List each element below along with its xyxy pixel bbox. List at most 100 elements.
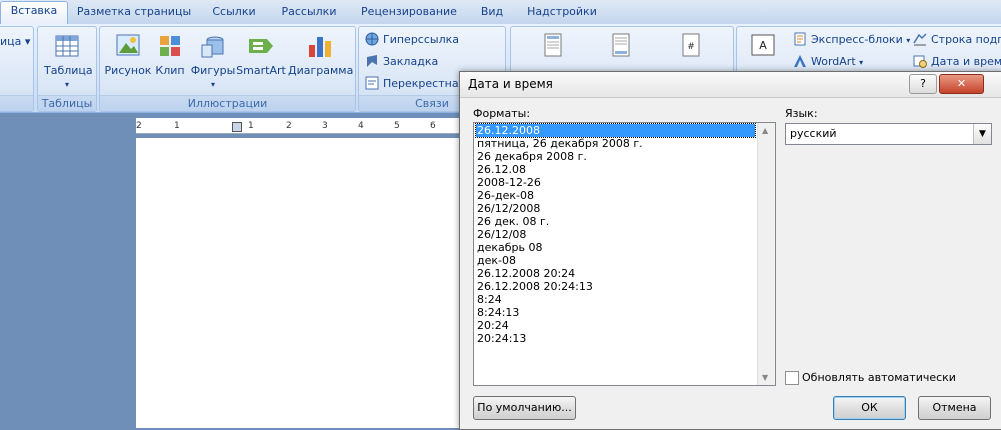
- list-item[interactable]: 26.12.08: [476, 163, 527, 176]
- tab-view[interactable]: Вид: [474, 3, 510, 24]
- horizontal-ruler[interactable]: 2 1 1 2 3 4 5 6: [136, 118, 466, 134]
- ribbon-tab-strip: Вставка Разметка страницы Ссылки Рассылк…: [0, 0, 1001, 25]
- footer-button[interactable]: [601, 31, 641, 61]
- footer-icon: [612, 33, 630, 57]
- auto-update-checkbox[interactable]: [785, 371, 799, 385]
- textbox-icon: A: [751, 34, 775, 56]
- partial-button[interactable]: ица ▾: [0, 33, 30, 51]
- ruler-tick: 5: [394, 121, 400, 131]
- tab-review[interactable]: Рецензирование: [354, 3, 464, 24]
- signature-icon: [913, 33, 927, 46]
- table-button[interactable]: Таблица ▾: [44, 31, 93, 90]
- calendar-clock-icon: [913, 55, 927, 68]
- crossref-icon: [365, 76, 379, 90]
- clipart-button[interactable]: Клип: [154, 31, 186, 77]
- set-default-button[interactable]: По умолчанию...: [473, 396, 576, 420]
- list-item[interactable]: 26 декабря 2008 г.: [476, 150, 588, 163]
- bookmark-icon: [367, 55, 377, 67]
- date-time-button[interactable]: Дата и время: [913, 53, 1001, 71]
- hyperlink-button[interactable]: Гиперссылка: [365, 31, 459, 49]
- language-select[interactable]: русский ▼: [785, 123, 992, 145]
- formats-label: Форматы:: [473, 107, 531, 120]
- smartart-button[interactable]: SmartArt: [236, 31, 286, 77]
- shapes-icon: [201, 36, 224, 58]
- group-partial-left: ица ▾: [0, 26, 34, 112]
- crossref-button[interactable]: Перекрестная: [365, 75, 465, 93]
- help-button[interactable]: ?: [909, 74, 937, 94]
- auto-update-label: Обновлять автоматически: [802, 371, 956, 384]
- ok-button[interactable]: ОК: [833, 396, 906, 420]
- ruler-tick: 2: [136, 121, 142, 131]
- ruler-tick: 2: [286, 121, 292, 131]
- ruler-tick: 4: [358, 121, 364, 131]
- shapes-button[interactable]: Фигуры ▾: [190, 31, 236, 90]
- list-item[interactable]: 26/12/2008: [476, 202, 541, 215]
- language-value: русский: [790, 127, 837, 140]
- wordart-button[interactable]: WordArt ▾: [793, 53, 863, 71]
- ruler-tick: 1: [248, 121, 254, 131]
- chart-icon: [309, 37, 331, 57]
- list-item[interactable]: 26.12.2008: [475, 123, 756, 138]
- list-item[interactable]: 8:24: [476, 293, 503, 306]
- list-item[interactable]: 26.12.2008 20:24: [476, 267, 576, 280]
- list-item[interactable]: 26.12.2008 20:24:13: [476, 280, 594, 293]
- dialog-titlebar[interactable]: Дата и время ? ✕: [460, 72, 1001, 98]
- cancel-button[interactable]: Отмена: [918, 396, 991, 420]
- bookmark-button[interactable]: Закладка: [365, 53, 438, 71]
- document-page[interactable]: [136, 138, 466, 428]
- tab-addins[interactable]: Надстройки: [520, 3, 604, 24]
- listbox-scrollbar[interactable]: ▲ ▼: [757, 123, 775, 385]
- header-icon: [544, 33, 562, 57]
- list-item[interactable]: 8:24:13: [476, 306, 520, 319]
- chevron-down-icon[interactable]: ▼: [973, 124, 991, 144]
- quick-parts-button[interactable]: Экспресс-блоки ▾: [793, 31, 910, 49]
- tab-insert[interactable]: Вставка: [0, 1, 68, 25]
- group-label-tables: Таблицы: [38, 95, 96, 111]
- chevron-down-icon: ▾: [859, 58, 864, 67]
- smartart-icon: [249, 39, 273, 53]
- list-item[interactable]: 26-дек-08: [476, 189, 535, 202]
- chevron-down-icon: ▾: [906, 36, 911, 45]
- tab-references[interactable]: Ссылки: [204, 3, 264, 24]
- scroll-down-icon[interactable]: ▼: [762, 373, 768, 382]
- picture-button[interactable]: Рисунок: [104, 31, 152, 77]
- chart-button[interactable]: Диаграмма: [288, 31, 353, 77]
- quick-parts-icon: [794, 32, 806, 46]
- textbox-button[interactable]: A: [743, 31, 783, 61]
- page-number-button[interactable]: #: [671, 31, 711, 61]
- svg-text:A: A: [759, 39, 767, 52]
- page-number-icon: #: [682, 33, 700, 57]
- list-item[interactable]: 20:24:13: [476, 332, 527, 345]
- indent-marker-icon[interactable]: [232, 122, 242, 132]
- svg-text:#: #: [687, 42, 695, 52]
- list-item[interactable]: 20:24: [476, 319, 510, 332]
- ruler-tick: 1: [174, 121, 180, 131]
- close-button[interactable]: ✕: [939, 74, 984, 94]
- tab-mailings[interactable]: Рассылки: [274, 3, 344, 24]
- chevron-down-icon: ▾: [64, 80, 69, 89]
- list-item[interactable]: 26/12/08: [476, 228, 527, 241]
- ruler-tick: 3: [322, 121, 328, 131]
- list-item[interactable]: 2008-12-26: [476, 176, 542, 189]
- group-illustrations: Рисунок Клип Фигуры ▾ SmartArt Диаграмма…: [99, 26, 356, 112]
- table-icon: [55, 35, 79, 57]
- chevron-down-icon: ▾: [24, 35, 31, 48]
- header-button[interactable]: [533, 31, 573, 61]
- group-label-illustrations: Иллюстрации: [100, 95, 355, 111]
- signature-line-button[interactable]: Строка подпи: [913, 31, 1001, 49]
- tab-page-layout[interactable]: Разметка страницы: [74, 3, 194, 24]
- dialog-title: Дата и время: [468, 77, 553, 91]
- scroll-up-icon[interactable]: ▲: [762, 126, 768, 135]
- wordart-icon: [794, 55, 806, 67]
- globe-link-icon: [365, 32, 379, 46]
- list-item[interactable]: пятница, 26 декабря 2008 г.: [476, 137, 644, 150]
- list-item[interactable]: 26 дек. 08 г.: [476, 215, 550, 228]
- list-item[interactable]: декабрь 08: [476, 241, 544, 254]
- formats-listbox[interactable]: 26.12.2008 пятница, 26 декабря 2008 г. 2…: [473, 122, 776, 386]
- group-tables: Таблица ▾ Таблицы: [37, 26, 97, 112]
- ruler-tick: 6: [430, 121, 436, 131]
- group-label-partial: [0, 95, 33, 111]
- date-time-dialog: Дата и время ? ✕ Форматы: 26.12.2008 пят…: [459, 71, 1001, 430]
- list-item[interactable]: дек-08: [476, 254, 517, 267]
- language-label: Язык:: [785, 107, 818, 120]
